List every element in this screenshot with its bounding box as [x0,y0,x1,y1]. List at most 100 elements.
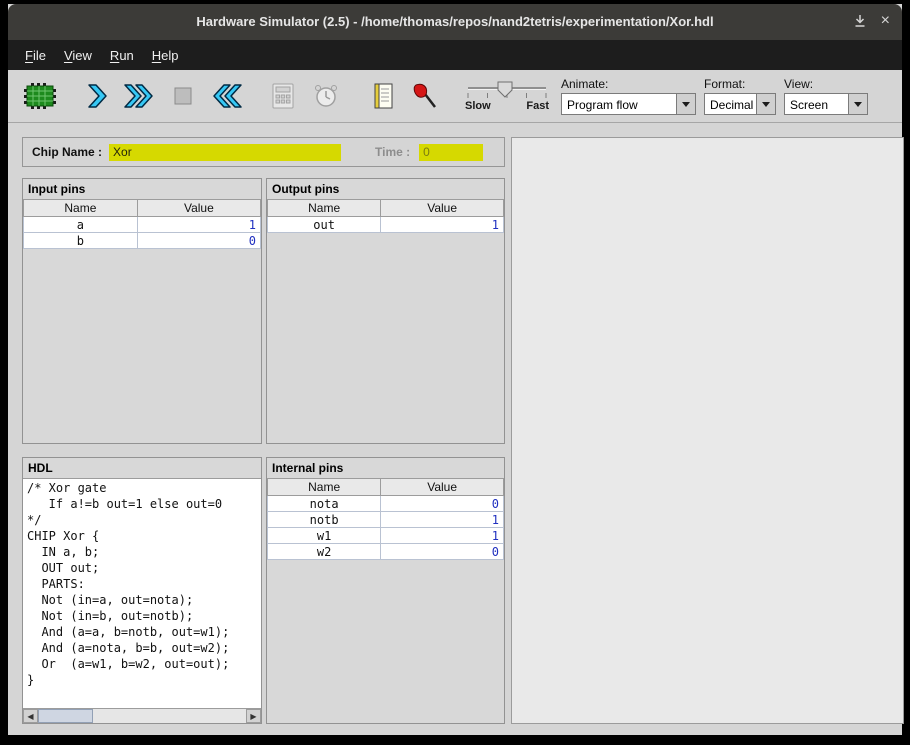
slider-fast-label: Fast [526,100,549,112]
menubar: File View Run Help [8,40,902,70]
table-row: nota 0 [268,496,504,512]
menu-file[interactable]: File [16,43,55,68]
menu-run[interactable]: Run [101,43,143,68]
hdl-code-line: PARTS: [27,576,257,592]
format-label: Format: [704,77,776,91]
menu-view[interactable]: View [55,43,101,68]
animate-selected-value: Program flow [562,94,676,114]
step-arrow-icon [82,81,112,111]
menu-run-mnemonic: R [110,48,119,63]
chip-name-label: Chip Name : [32,145,102,159]
hdl-code-line: Not (in=a, out=nota); [27,592,257,608]
document-button[interactable] [363,75,403,117]
reset-button[interactable] [206,75,246,117]
scrollbar-track[interactable] [38,709,246,723]
titlebar-buttons: × [853,13,890,29]
load-chip-button[interactable] [20,75,60,117]
run-button[interactable] [120,75,160,117]
pin-name: nota [268,496,381,512]
column-header-value: Value [381,200,504,217]
hdl-code-line: CHIP Xor { [27,528,257,544]
input-pins-title: Input pins [23,179,261,199]
speed-slider[interactable]: Slow Fast [465,81,549,112]
slider-slow-label: Slow [465,100,491,112]
chip-name-field: Xor [109,144,341,161]
close-icon[interactable]: × [881,13,890,29]
clock-button[interactable] [306,75,346,117]
calculator-icon [268,81,298,111]
hdl-code-line: IN a, b; [27,544,257,560]
chevron-down-icon[interactable] [848,94,867,114]
pin-value: 0 [381,496,504,512]
slider-labels: Slow Fast [465,100,549,112]
table-header-row: Name Value [24,200,261,217]
table-header-row: Name Value [268,479,504,496]
hdl-code-view[interactable]: /* Xor gate If a!=b out=1 else out=0 */ … [23,478,261,708]
chevron-down-icon[interactable] [756,94,775,114]
menu-run-rest: un [119,48,133,63]
scroll-left-icon[interactable]: ◀ [23,709,38,723]
view-label: View: [784,77,868,91]
menu-file-mnemonic: F [25,48,33,63]
minimize-icon[interactable] [853,14,867,28]
view-control: View: Screen [784,77,868,115]
table-row: b 0 [24,233,261,249]
column-header-name: Name [268,479,381,496]
clock-icon [311,81,341,111]
breakpoints-button[interactable] [406,75,446,117]
time-label: Time : [375,145,410,159]
single-step-button[interactable] [77,75,117,117]
menu-view-rest: iew [72,48,92,63]
hdl-code-line: Not (in=b, out=notb); [27,608,257,624]
hdl-code-line: /* Xor gate [27,480,257,496]
pin-value: 1 [381,512,504,528]
menu-help[interactable]: Help [143,43,188,68]
pin-value: 1 [381,528,504,544]
table-row: a 1 [24,217,261,233]
animate-select[interactable]: Program flow [561,93,696,115]
input-pins-panel: Input pins Name Value a 1 b 0 [22,178,262,444]
pin-name: w1 [268,528,381,544]
format-select[interactable]: Decimal [704,93,776,115]
column-header-value: Value [137,200,260,217]
scroll-right-icon[interactable]: ▶ [246,709,261,723]
pin-value: 0 [381,544,504,560]
pin-name: out [268,217,381,233]
table-row: w2 0 [268,544,504,560]
menu-help-mnemonic: H [152,48,161,63]
stop-button[interactable] [163,75,203,117]
main-content: Chip Name : Xor Time : 0 Input pins Name… [8,123,902,735]
scrollbar-thumb[interactable] [38,709,93,723]
output-pins-table: Name Value out 1 [267,199,504,233]
eval-button[interactable] [263,75,303,117]
view-select[interactable]: Screen [784,93,868,115]
chevron-down-icon[interactable] [676,94,695,114]
pin-value[interactable]: 0 [137,233,260,249]
animate-label: Animate: [561,77,696,91]
hdl-horizontal-scrollbar[interactable]: ◀ ▶ [23,708,261,723]
output-pins-title: Output pins [267,179,504,199]
hdl-code-line: And (a=nota, b=b, out=w2); [27,640,257,656]
chip-name-bar: Chip Name : Xor Time : 0 [22,137,505,167]
chip-icon [22,81,58,111]
input-pins-table: Name Value a 1 b 0 [23,199,261,249]
pin-value[interactable]: 1 [137,217,260,233]
slider-track[interactable] [465,81,549,101]
time-field: 0 [419,144,483,161]
app-window: Hardware Simulator (2.5) - /home/thomas/… [8,4,902,735]
hdl-code-line: */ [27,512,257,528]
pin-value: 1 [381,217,504,233]
window-title: Hardware Simulator (2.5) - /home/thomas/… [8,14,902,29]
output-pins-panel: Output pins Name Value out 1 [266,178,505,444]
pin-name: w2 [268,544,381,560]
stop-square-icon [168,81,198,111]
hdl-panel: HDL /* Xor gate If a!=b out=1 else out=0… [22,457,262,724]
view-selected-value: Screen [785,94,848,114]
column-header-name: Name [24,200,138,217]
slider-thumb [498,82,512,97]
internal-pins-table: Name Value nota 0 notb 1 w1 1 [267,478,504,560]
hdl-code-line: If a!=b out=1 else out=0 [27,496,257,512]
hdl-code-line: } [27,672,257,688]
table-header-row: Name Value [268,200,504,217]
hdl-title: HDL [23,458,261,478]
